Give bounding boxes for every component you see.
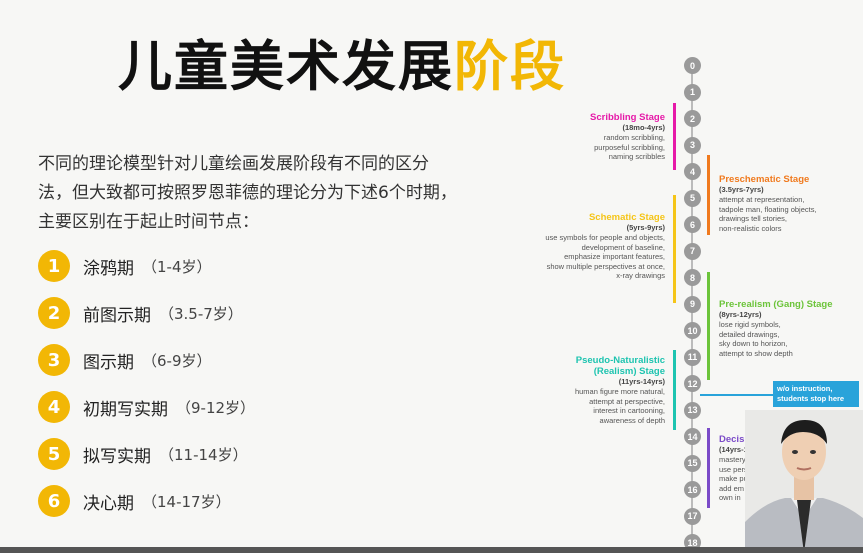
card-line: purposeful scribbling, [594, 142, 665, 152]
card-pseudo-naturalistic: Pseudo-Naturalistic (Realism) Stage (11y… [540, 355, 665, 425]
stage-item-6: 6 决心期 （14-17岁） [38, 485, 231, 517]
card-title-line-2: (Realism) Stage [593, 366, 665, 377]
card-age: (18mo-4yrs) [622, 123, 665, 132]
schematic-bar [673, 195, 676, 303]
instruction-note: w/o instruction, students stop here [773, 381, 859, 407]
timeline-node-17: 17 [684, 507, 701, 525]
slide: 儿童美术发展阶段 不同的理论模型针对儿童绘画发展阶段有不同的区分法，但大致都可按… [0, 0, 863, 553]
stage-number-badge: 3 [38, 344, 70, 376]
timeline-node-7: 7 [684, 242, 701, 260]
stage-age-range: （3.5-7岁） [159, 304, 243, 323]
timeline-node-8: 8 [684, 269, 701, 286]
stage-name: 图示期 [83, 352, 134, 373]
title-main: 儿童美术发展 [118, 35, 454, 98]
timeline-node-5: 5 [684, 189, 701, 207]
card-line: non-realistic colors [719, 223, 782, 233]
stage-age-range: （11-14岁） [159, 445, 248, 464]
card-line: naming scribbles [608, 152, 665, 161]
card-title: Pre-realism (Gang) Stage [719, 299, 833, 310]
card-line: x-ray drawings [616, 271, 665, 280]
stage-name: 初期写实期 [83, 399, 168, 420]
card-line: attempt at representation, [719, 195, 805, 204]
card-preschematic: Preschematic Stage (3.5yrs-7yrs) attempt… [719, 174, 854, 233]
bottom-bar [0, 547, 863, 553]
stage-name: 前图示期 [83, 305, 151, 326]
card-line: lose rigid symbols, [719, 320, 781, 329]
card-title: Preschematic Stage [719, 174, 810, 185]
stage-item-4: 4 初期写实期 （9-12岁） [38, 391, 255, 423]
decision-bar [707, 428, 710, 508]
timeline-node-11: 11 [684, 348, 701, 366]
timeline-node-6: 6 [684, 216, 701, 233]
pseudo-naturalistic-bar [673, 350, 676, 430]
card-line: interest in cartooning, [593, 406, 665, 415]
timeline-node-4: 4 [684, 163, 701, 180]
card-line: human figure more natural, [574, 387, 665, 396]
stage-age-range: （6-9岁） [142, 351, 212, 370]
timeline-node-13: 13 [684, 401, 701, 419]
card-line: attempt to show depth [719, 348, 793, 358]
card-line: show multiple perspectives at once, [546, 261, 665, 271]
timeline-node-9: 9 [684, 295, 701, 313]
stage-name: 决心期 [83, 493, 134, 514]
card-line: sky down to horizon, [719, 339, 788, 348]
card-scribbling: Scribbling Stage (18mo-4yrs) random scri… [540, 112, 665, 162]
stage-age-range: （14-17岁） [142, 492, 231, 511]
stage-name: 涂鸦期 [83, 258, 134, 279]
stage-item-2: 2 前图示期 （3.5-7岁） [38, 297, 243, 329]
card-line: random scribbling, [603, 133, 665, 142]
timeline-node-14: 14 [684, 428, 701, 445]
timeline-node-2: 2 [684, 110, 701, 127]
stage-item-3: 3 图示期 （6-9岁） [38, 344, 212, 376]
timeline-node-0: 0 [684, 57, 701, 74]
intro-paragraph: 不同的理论模型针对儿童绘画发展阶段有不同的区分法，但大致都可按照罗恩菲德的理论分… [38, 154, 457, 232]
stage-item-1: 1 涂鸦期 （1-4岁） [38, 250, 212, 282]
card-title: Schematic Stage [588, 212, 665, 223]
timeline-node-16: 16 [684, 481, 701, 498]
card-title: Scribbling Stage [590, 112, 665, 123]
stage-number-badge: 2 [38, 297, 70, 329]
presenter-video [745, 410, 863, 553]
stage-number-badge: 6 [38, 485, 70, 517]
scribbling-bar [673, 103, 676, 170]
timeline-node-1: 1 [684, 83, 701, 101]
card-age: (11yrs-14yrs) [618, 377, 665, 386]
page-title: 儿童美术发展阶段 [118, 22, 566, 101]
card-schematic: Schematic Stage (5yrs-9yrs) use symbols … [510, 212, 665, 281]
card-age: (3.5yrs-7yrs) [719, 185, 764, 194]
timeline-node-10: 10 [684, 322, 701, 339]
presenter-figure [745, 410, 863, 553]
stage-number-badge: 1 [38, 250, 70, 282]
card-title: Pseudo-Naturalistic [575, 355, 665, 366]
pre-realism-bar [707, 272, 710, 380]
card-line: emphasize important features, [564, 252, 665, 261]
card-line: tadpole man, floating objects, [719, 204, 817, 214]
card-age: (8yrs-12yrs) [719, 310, 762, 319]
stage-name: 拟写实期 [83, 446, 151, 467]
stage-number-badge: 5 [38, 438, 70, 470]
card-line: awareness of depth [599, 415, 665, 425]
card-line: drawings tell stories, [719, 214, 787, 223]
timeline-node-12: 12 [684, 375, 701, 392]
timeline-node-3: 3 [684, 136, 701, 154]
note-connector [700, 394, 773, 396]
stage-age-range: （9-12岁） [176, 398, 256, 417]
card-line: use symbols for people and objects, [545, 233, 665, 242]
card-line: attempt at perspective, [589, 396, 665, 406]
card-line: development of baseline, [581, 242, 665, 252]
card-age: (5yrs-9yrs) [626, 223, 665, 232]
stage-number-badge: 4 [38, 391, 70, 423]
card-pre-realism: Pre-realism (Gang) Stage (8yrs-12yrs) lo… [719, 299, 859, 358]
title-accent: 阶段 [454, 35, 566, 98]
preschematic-bar [707, 155, 710, 235]
timeline-node-15: 15 [684, 454, 701, 472]
stage-age-range: （1-4岁） [142, 257, 212, 276]
card-line: detailed drawings, [719, 329, 780, 339]
stage-item-5: 5 拟写实期 （11-14岁） [38, 438, 248, 470]
